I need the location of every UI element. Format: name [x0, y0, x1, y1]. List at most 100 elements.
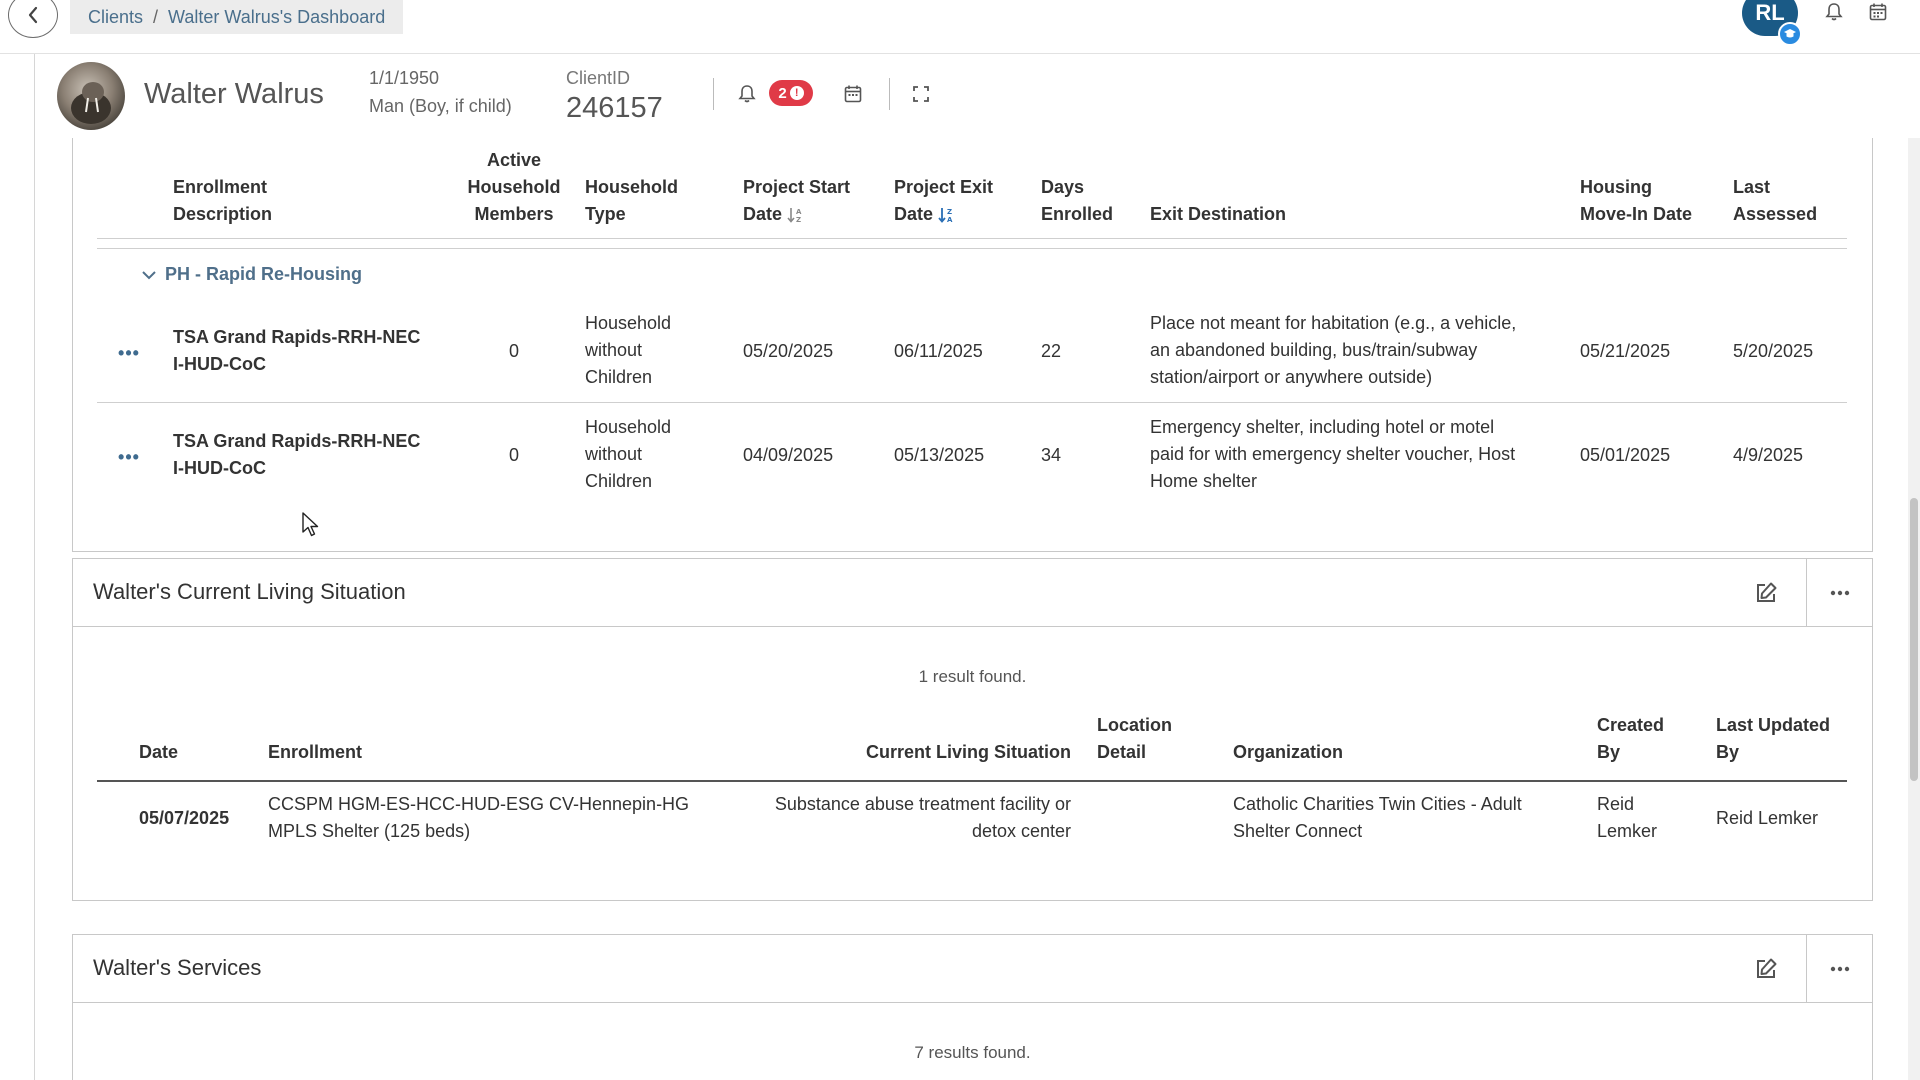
cls-situation: Substance abuse treatment facility or de… — [723, 791, 1071, 845]
col-days-enrolled[interactable]: Days Enrolled — [1041, 174, 1113, 228]
more-options-button[interactable] — [1806, 559, 1872, 627]
cell-text: without — [585, 340, 643, 360]
header-text: Project Exit — [894, 177, 994, 197]
row-more-button[interactable]: ••• — [117, 447, 141, 467]
col-last-assessed[interactable]: Last Assessed — [1733, 174, 1817, 228]
header-text: Enrolled — [1041, 204, 1114, 224]
user-initials: RL — [1755, 0, 1785, 25]
col-last-updated-by[interactable]: Last Updated By — [1716, 712, 1830, 766]
col-active-household-members[interactable]: Active Household Members — [459, 147, 569, 228]
group-toggle-rapid-rehousing[interactable]: PH - Rapid Re-Housing — [141, 264, 362, 285]
col-created-by[interactable]: Created By — [1597, 712, 1664, 766]
col-date[interactable]: Date — [139, 739, 178, 766]
col-project-exit-date[interactable]: Project Exit Date Z A — [894, 174, 993, 228]
more-options-button[interactable] — [1806, 935, 1872, 1003]
last-assessed: 5/20/2025 — [1733, 341, 1814, 361]
row-more-button[interactable]: ••• — [117, 343, 141, 363]
header-divider — [97, 248, 1847, 249]
header-text: By — [1716, 742, 1740, 762]
days-enrolled: 22 — [1041, 341, 1062, 361]
col-location-detail[interactable]: Location Detail — [1097, 712, 1172, 766]
cell-text: an abandoned building, bus/train/subway — [1150, 340, 1478, 360]
cell-text: MPLS Shelter (125 beds) — [268, 821, 471, 841]
cls-created-by: Reid Lemker — [1597, 791, 1657, 845]
project-exit-date: 05/13/2025 — [894, 445, 985, 465]
col-current-living-situation[interactable]: Current Living Situation — [723, 739, 1071, 766]
graduation-cap-icon — [1778, 22, 1802, 46]
back-button[interactable] — [8, 0, 58, 38]
header-text: Organization — [1233, 742, 1344, 762]
row-divider — [97, 402, 1847, 403]
section-actions — [1726, 559, 1872, 627]
top-bar: Clients / Walter Walrus's Dashboard RL — [0, 0, 1920, 54]
col-project-start-date[interactable]: Project Start Date A Z — [743, 174, 850, 228]
cell-text: station/airport or anywhere outside) — [1150, 367, 1433, 387]
col-housing-move-in-date[interactable]: Housing Move-In Date — [1580, 174, 1692, 228]
cls-organization: Catholic Charities Twin Cities - Adult S… — [1233, 791, 1522, 845]
breadcrumb-current: Walter Walrus's Dashboard — [168, 6, 386, 27]
result-count: 1 result found. — [918, 667, 1027, 686]
household-members: 0 — [508, 341, 519, 361]
header-text: Date — [894, 204, 934, 224]
current-living-situation-panel: Walter's Current Living Situation 1 resu… — [72, 558, 1873, 901]
enrollment-description[interactable]: TSA Grand Rapids-RRH-NEC I-HUD-CoC — [173, 428, 420, 482]
header-text: Exit Destination — [1150, 204, 1287, 224]
cell-text: detox center — [971, 821, 1071, 841]
household-members: 0 — [508, 445, 519, 465]
svg-text:A: A — [947, 216, 953, 224]
client-id-label: ClientID — [566, 68, 631, 88]
header-text: Date — [743, 204, 783, 224]
breadcrumb-clients-link[interactable]: Clients — [88, 7, 143, 28]
header-text: Date — [139, 742, 179, 762]
header-divider — [97, 238, 1847, 239]
notifications-bell-icon[interactable] — [1822, 0, 1846, 24]
cell-text: Shelter Connect — [1233, 821, 1363, 841]
cell-text: I-HUD-CoC — [173, 354, 266, 374]
cell-text: Household — [585, 313, 672, 333]
header-text: Description — [173, 204, 273, 224]
client-name: Walter Walrus — [144, 78, 324, 110]
col-enrollment-description[interactable]: Enrollment Description — [173, 174, 272, 228]
mouse-cursor-icon — [302, 512, 319, 537]
project-start-date: 04/09/2025 — [743, 445, 834, 465]
calendar-icon[interactable] — [841, 82, 865, 106]
calendar-icon[interactable] — [1866, 0, 1890, 24]
last-assessed: 4/9/2025 — [1733, 445, 1804, 465]
svg-text:A: A — [796, 208, 802, 216]
edit-button[interactable] — [1726, 559, 1806, 627]
more-horizontal-icon — [1830, 966, 1849, 972]
header-text: Assessed — [1733, 204, 1818, 224]
sort-descending-icon[interactable]: ZA — [937, 206, 955, 224]
cell-text: Children — [585, 367, 653, 387]
edit-button[interactable] — [1726, 935, 1806, 1003]
enrollment-description[interactable]: TSA Grand Rapids-RRH-NEC I-HUD-CoC — [173, 324, 420, 378]
project-start-date: 05/20/2025 — [743, 341, 834, 361]
cell-text: CCSPM HGM-ES-HCC-HUD-ESG CV-Hennepin-HG — [268, 794, 690, 814]
expand-icon[interactable] — [909, 82, 933, 106]
header-text: Detail — [1097, 742, 1147, 762]
result-count: 7 results found. — [914, 1043, 1031, 1062]
col-enrollment[interactable]: Enrollment — [268, 739, 362, 766]
header-text: Days — [1041, 177, 1085, 197]
cell-text: Place not meant for habitation (e.g., a … — [1150, 313, 1517, 333]
cell-text: paid for with emergency shelter voucher,… — [1150, 444, 1516, 464]
col-household-type[interactable]: Household Type — [585, 174, 678, 228]
cell-text: TSA Grand Rapids-RRH-NEC — [173, 431, 421, 451]
alerts-bell-icon[interactable] — [735, 82, 759, 106]
breadcrumb-separator: / — [153, 6, 159, 27]
col-exit-destination[interactable]: Exit Destination — [1150, 201, 1286, 228]
header-text: Move-In Date — [1580, 204, 1693, 224]
cls-last-updated-by: Reid Lemker — [1716, 808, 1819, 828]
header-divider — [889, 78, 890, 110]
cls-date: 05/07/2025 — [139, 808, 230, 828]
chevron-down-icon — [142, 270, 156, 279]
household-type: Household without Children — [585, 310, 671, 391]
header-text: By — [1597, 742, 1621, 762]
sort-icon[interactable]: AZ — [786, 206, 804, 224]
col-organization[interactable]: Organization — [1233, 739, 1343, 766]
alert-count-badge[interactable]: 2 ! — [769, 80, 813, 106]
scrollbar-thumb[interactable] — [1910, 498, 1918, 781]
header-text: Last — [1733, 177, 1771, 197]
client-header: Walter Walrus 1/1/1950 Man (Boy, if chil… — [35, 54, 1905, 138]
header-text: Last Updated — [1716, 715, 1831, 735]
